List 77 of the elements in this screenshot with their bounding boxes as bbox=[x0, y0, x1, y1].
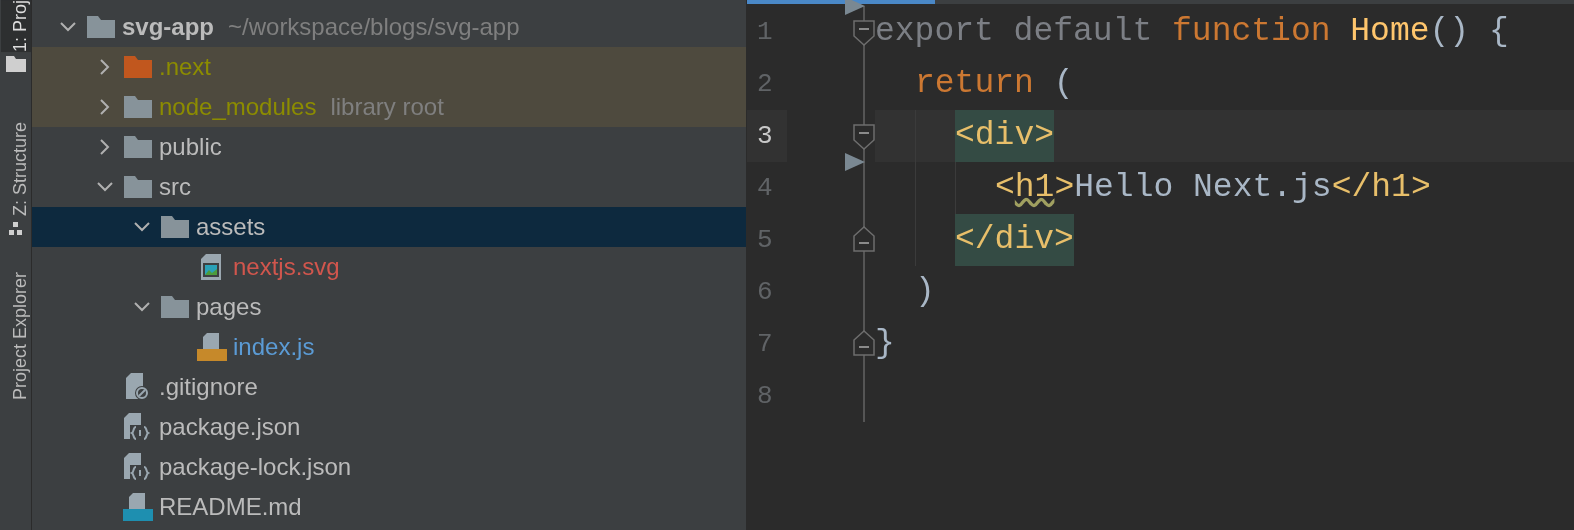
code-token: function bbox=[1172, 12, 1332, 52]
chevron-down-icon[interactable] bbox=[134, 222, 150, 232]
code-token: () { bbox=[1429, 12, 1509, 52]
tree-row[interactable]: package.json bbox=[32, 407, 746, 447]
file-name: pages bbox=[196, 292, 262, 322]
project-path: ~/workspace/blogs/svg-app bbox=[228, 12, 520, 42]
code-token: export default bbox=[875, 12, 1154, 52]
file-name: src bbox=[159, 172, 191, 202]
tool-window-tab[interactable]: 1: Proj bbox=[0, 0, 31, 53]
file-name: .next bbox=[159, 52, 212, 82]
code-token: > bbox=[1054, 168, 1075, 208]
fold-end-icon[interactable] bbox=[853, 226, 875, 252]
tool-window-tab[interactable]: Project Explorer bbox=[0, 272, 31, 401]
tree-row[interactable]: pages bbox=[32, 287, 746, 327]
file-name: package.json bbox=[159, 412, 301, 442]
tree-row[interactable]: README.md bbox=[32, 487, 746, 527]
tree-row[interactable]: .gitignore bbox=[32, 367, 746, 407]
chevron-down-icon[interactable] bbox=[134, 302, 150, 312]
file-name: README.md bbox=[159, 492, 302, 522]
file-name: index.js bbox=[233, 332, 315, 362]
json-file-icon bbox=[124, 413, 152, 441]
file-name: svg-app bbox=[122, 12, 214, 42]
tree-row[interactable]: package-lock.json bbox=[32, 447, 746, 487]
folder-hint: library root bbox=[330, 92, 444, 122]
chevron-down-icon[interactable] bbox=[60, 22, 76, 32]
folder-icon bbox=[124, 96, 152, 118]
file-name: node_modules bbox=[159, 92, 317, 122]
folder-icon bbox=[161, 296, 189, 318]
chevron-right-icon[interactable] bbox=[100, 139, 110, 155]
code-token: } bbox=[875, 324, 895, 364]
file-name: public bbox=[159, 132, 222, 162]
code-token: Home bbox=[1350, 12, 1430, 52]
folder-icon bbox=[124, 176, 152, 198]
line-number: 7 bbox=[756, 327, 774, 361]
highlighted-tag: <div> bbox=[955, 110, 1055, 162]
folder-icon bbox=[161, 216, 189, 238]
fold-collapse-icon[interactable] bbox=[853, 124, 875, 150]
file-name: assets bbox=[196, 212, 266, 242]
code-token: h1 bbox=[1014, 168, 1055, 208]
chevron-down-icon[interactable] bbox=[97, 182, 113, 192]
folder-icon bbox=[5, 56, 26, 73]
highlighted-tag: </div> bbox=[955, 214, 1074, 266]
tree-row[interactable]: svg-app ~/workspace/blogs/svg-app bbox=[32, 7, 746, 47]
chevron-right-icon[interactable] bbox=[100, 99, 110, 115]
tool-window-tab[interactable]: Z: Structure bbox=[0, 122, 31, 217]
tree-row[interactable]: src bbox=[32, 167, 746, 207]
line-number: 3 bbox=[756, 119, 774, 153]
line-number: 1 bbox=[756, 15, 774, 49]
markdown-file-icon bbox=[123, 493, 153, 521]
fold-end-icon[interactable] bbox=[853, 330, 875, 356]
tree-row[interactable]: assets bbox=[32, 207, 746, 247]
line-number: 8 bbox=[756, 379, 774, 413]
file-with-slash-circle-icon bbox=[126, 373, 150, 401]
chevron-right-icon[interactable] bbox=[100, 59, 110, 75]
fold-collapse-icon[interactable] bbox=[853, 20, 875, 46]
folder-icon bbox=[124, 136, 152, 158]
image-file-icon bbox=[201, 254, 223, 280]
line-number: 4 bbox=[756, 171, 774, 205]
code-token: < bbox=[995, 168, 1015, 208]
code-token: Hello Next.js bbox=[1074, 168, 1332, 208]
folder-icon bbox=[124, 56, 152, 78]
tree-row[interactable]: public bbox=[32, 127, 746, 167]
json-file-icon bbox=[124, 453, 152, 481]
line-number: 5 bbox=[756, 223, 774, 257]
line-number: 6 bbox=[756, 275, 774, 309]
code-token: return bbox=[915, 64, 1035, 104]
structure-icon bbox=[8, 222, 23, 237]
file-name: package-lock.json bbox=[159, 452, 352, 482]
line-number: 2 bbox=[756, 67, 774, 101]
file-name: .gitignore bbox=[159, 372, 258, 402]
code-token: ( bbox=[1053, 64, 1074, 104]
folder-icon bbox=[87, 16, 115, 38]
js-file-icon bbox=[197, 333, 227, 361]
tree-row[interactable]: index.js bbox=[32, 327, 746, 367]
code-token: </h1> bbox=[1331, 168, 1431, 208]
file-name: nextjs.svg bbox=[233, 252, 340, 282]
code-token: ) bbox=[915, 272, 935, 312]
